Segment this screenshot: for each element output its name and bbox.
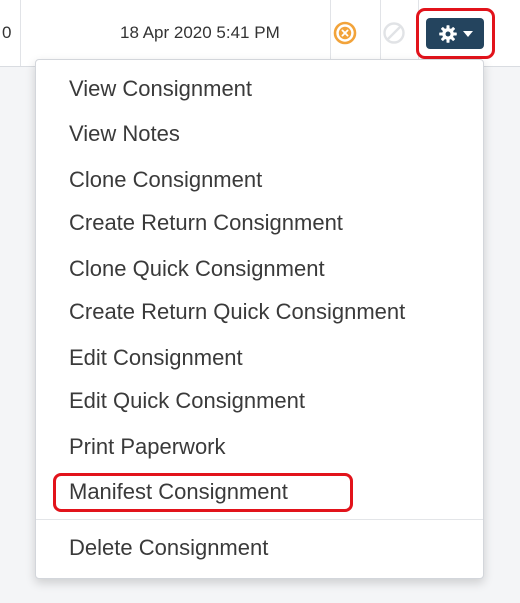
menu-divider [36,519,483,520]
actions-dropdown-menu: View Consignment View Notes Clone Consig… [35,59,484,579]
row-value: 0 [2,23,12,42]
caret-down-icon [462,31,473,37]
menu-item-create-return-consignment[interactable]: Create Return Consignment [69,209,343,237]
menu-item-view-consignment[interactable]: View Consignment [69,75,252,103]
table-row: 0 18 Apr 2020 5:41 PM [0,0,520,67]
menu-item-view-notes[interactable]: View Notes [69,120,180,148]
cell-divider [20,0,21,66]
cancel-circle-icon[interactable] [332,20,358,46]
page: 0 18 Apr 2020 5:41 PM View Consignment V… [0,0,520,603]
menu-item-delete-consignment[interactable]: Delete Consignment [69,534,268,562]
row-date: 18 Apr 2020 5:41 PM [120,23,280,42]
gear-icon [438,24,457,43]
menu-item-create-return-quick-consignment[interactable]: Create Return Quick Consignment [69,298,405,326]
menu-item-edit-quick-consignment[interactable]: Edit Quick Consignment [69,387,305,415]
cell-divider [330,0,331,66]
menu-item-edit-consignment[interactable]: Edit Consignment [69,344,243,372]
menu-item-clone-quick-consignment[interactable]: Clone Quick Consignment [69,255,325,283]
disabled-circle-icon [383,22,405,44]
menu-item-manifest-consignment[interactable]: Manifest Consignment [69,478,288,506]
menu-item-clone-consignment[interactable]: Clone Consignment [69,166,262,194]
menu-item-print-paperwork[interactable]: Print Paperwork [69,433,226,461]
gear-button-highlight [416,8,495,59]
actions-menu-button[interactable] [426,18,484,49]
